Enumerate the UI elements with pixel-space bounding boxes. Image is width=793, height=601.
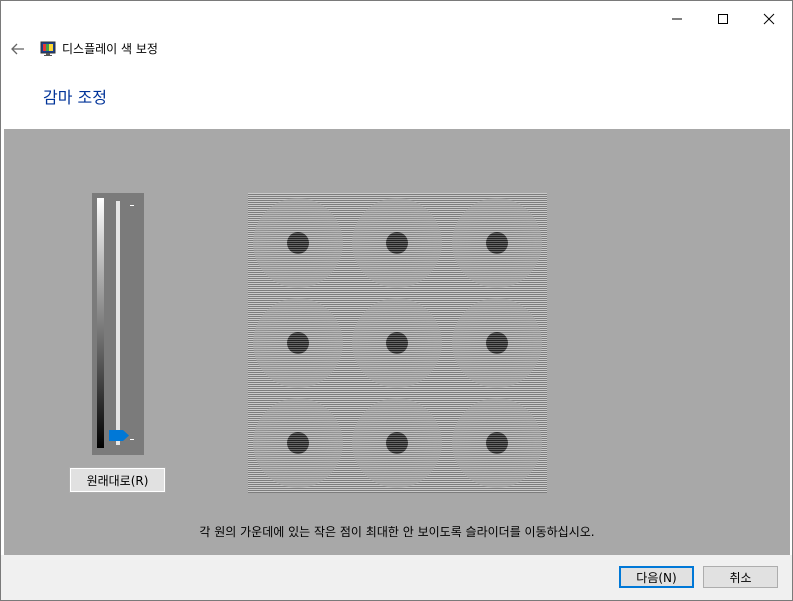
reset-button[interactable]: 원래대로(R) [69,467,166,493]
maximize-icon [718,14,728,24]
close-button[interactable] [746,1,792,37]
window-title: 디스플레이 색 보정 [62,42,158,56]
footer-bar: 다음(N) 취소 [1,555,792,600]
minimize-icon [672,18,682,20]
minimize-button[interactable] [654,1,700,37]
calibration-content: 원래대로(R) 각 원의 가운데에 있는 작은 점이 최대한 안 보이도록 슬라… [4,129,790,555]
gamma-test-pattern [248,193,547,493]
pattern-dot [348,193,448,293]
cancel-button[interactable]: 취소 [703,566,778,588]
pattern-dot [248,193,348,293]
pattern-dot [348,393,448,493]
back-arrow-icon [11,43,24,55]
pattern-dot-grid [248,193,547,493]
pattern-dot [248,393,348,493]
pattern-dot [348,293,448,393]
gamma-slider-thumb[interactable] [109,430,129,441]
close-icon [763,13,775,25]
page-heading: 감마 조정 [43,88,107,107]
pattern-dot [248,293,348,393]
display-color-calibration-icon [40,41,56,56]
gamma-slider-panel [92,193,144,455]
back-button[interactable] [7,38,29,60]
calibration-window: 디스플레이 색 보정 감마 조정 원래대로(R) 각 원의 가운데에 있는 작은… [0,0,793,601]
pattern-dot [447,293,547,393]
maximize-button[interactable] [700,1,746,37]
gamma-gradient-bar [97,198,104,448]
instruction-text: 각 원의 가운데에 있는 작은 점이 최대한 안 보이도록 슬라이더를 이동하십… [199,525,595,539]
pattern-dot [447,193,547,293]
pattern-dot [447,393,547,493]
gamma-slider[interactable] [116,201,120,445]
next-button[interactable]: 다음(N) [619,566,694,588]
slider-tick-top [130,205,134,206]
slider-tick-bottom [130,439,134,440]
